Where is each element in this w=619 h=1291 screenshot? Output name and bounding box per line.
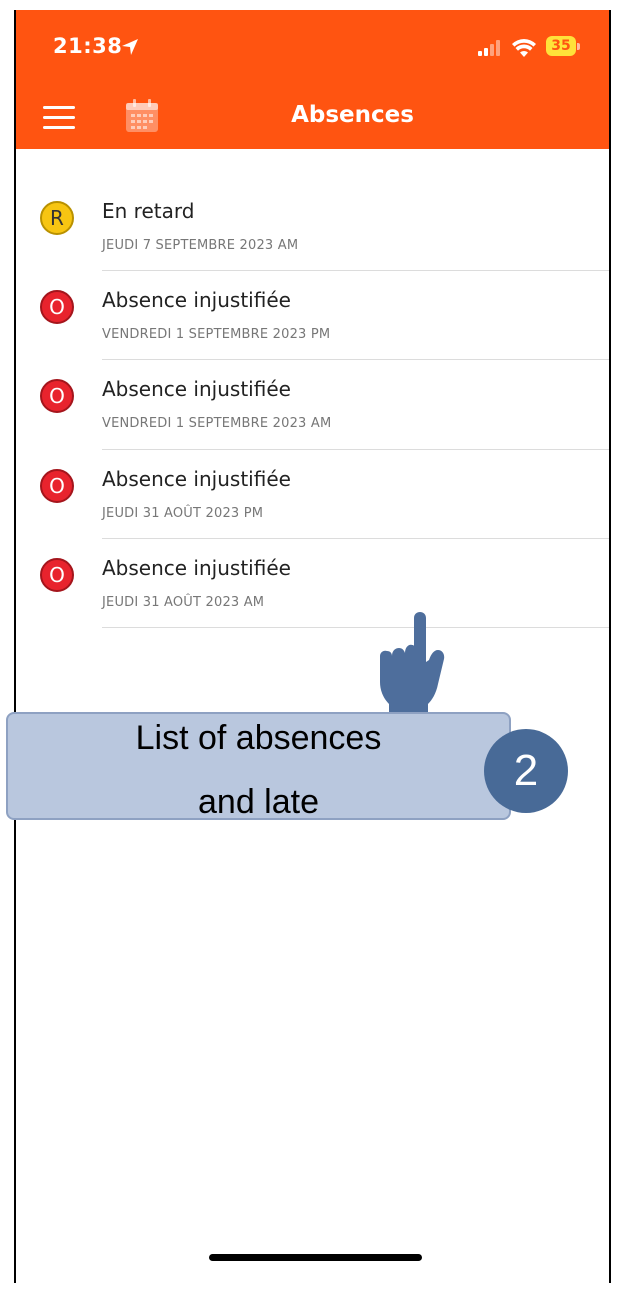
callout-line-1: List of absences <box>135 719 382 757</box>
absence-badge-icon: O <box>40 558 74 592</box>
absence-item[interactable]: O Absence injustifiée VENDREDI 1 SEPTEMB… <box>16 327 609 431</box>
wifi-icon <box>512 39 536 57</box>
app-header: 21:38 35 Absences <box>16 10 609 149</box>
battery-icon: 35 <box>546 36 580 56</box>
absence-title: Absence injustifiée <box>102 288 291 312</box>
absence-badge-icon: O <box>40 379 74 413</box>
divider <box>102 627 609 628</box>
absence-badge-icon: O <box>40 469 74 503</box>
signal-icon <box>478 40 500 56</box>
callout-line-2: and late <box>198 783 319 821</box>
absence-badge-icon: O <box>40 290 74 324</box>
absence-date: JEUDI 31 AOÛT 2023 AM <box>102 595 265 610</box>
absence-item[interactable]: R En retard JEUDI 7 SEPTEMBRE 2023 AM <box>16 149 609 253</box>
absence-item[interactable]: O Absence injustifiée JEUDI 31 AOÛT 2023… <box>16 506 609 610</box>
battery-level: 35 <box>546 36 576 56</box>
home-indicator[interactable] <box>209 1254 422 1261</box>
absence-title: Absence injustifiée <box>102 467 291 491</box>
absence-title: En retard <box>102 199 195 223</box>
battery-tip <box>577 43 580 50</box>
absence-item[interactable]: O Absence injustifiée VENDREDI 1 SEPTEMB… <box>16 238 609 342</box>
absence-title: Absence injustifiée <box>102 377 291 401</box>
pointing-hand-icon <box>380 612 445 714</box>
late-badge-icon: R <box>40 201 74 235</box>
status-time: 21:38 <box>53 34 123 58</box>
absence-title: Absence injustifiée <box>102 556 291 580</box>
location-arrow-icon <box>122 39 138 55</box>
step-number-badge: 2 <box>484 729 568 813</box>
annotation-callout: List of absences and late <box>6 712 511 821</box>
phone-screen: 21:38 35 Absences R En retard JEUDI 7 SE… <box>14 10 611 1283</box>
status-bar: 21:38 35 <box>16 10 609 86</box>
absence-item[interactable]: O Absence injustifiée JEUDI 31 AOÛT 2023… <box>16 417 609 521</box>
page-title: Absences <box>291 102 414 128</box>
